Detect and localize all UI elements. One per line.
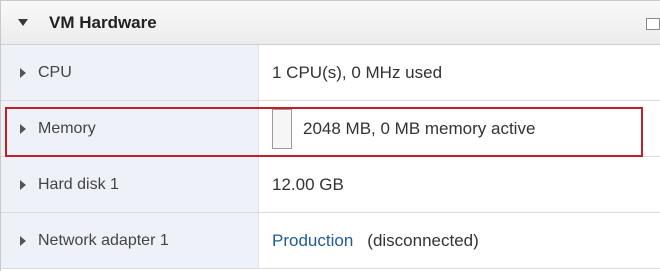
row-name-cell[interactable]: Memory (1, 101, 259, 156)
caret-right-icon[interactable] (20, 235, 26, 246)
caret-down-icon[interactable] (18, 19, 28, 26)
row-value-cell: 2048 MB, 0 MB memory active (259, 101, 660, 156)
hardware-row-network-adapter: Network adapter 1 Production (disconnect… (1, 213, 660, 269)
row-name-cell[interactable]: Hard disk 1 (1, 157, 259, 212)
row-label-memory: Memory (38, 119, 96, 137)
row-label-hard-disk: Hard disk 1 (38, 175, 119, 193)
memory-usage-bar (272, 108, 292, 149)
hardware-row-hard-disk: Hard disk 1 12.00 GB (1, 157, 660, 213)
row-value-cell: Production (disconnected) (259, 213, 660, 268)
row-value-cell: 1 CPU(s), 0 MHz used (259, 45, 660, 100)
caret-right-icon[interactable] (20, 179, 26, 190)
square-icon[interactable] (646, 18, 660, 30)
vm-hardware-header[interactable]: VM Hardware (1, 1, 660, 45)
network-status: (disconnected) (367, 230, 479, 250)
vm-hardware-panel: VM Hardware CPU 1 CPU(s), 0 MHz used Mem… (0, 0, 660, 271)
caret-right-icon[interactable] (20, 67, 26, 78)
caret-right-icon[interactable] (20, 123, 26, 134)
row-value-cpu: 1 CPU(s), 0 MHz used (272, 62, 443, 82)
row-value-memory: 2048 MB, 0 MB memory active (303, 118, 536, 138)
network-link[interactable]: Production (272, 231, 353, 251)
row-value-cell: 12.00 GB (259, 157, 660, 212)
row-value-hard-disk: 12.00 GB (272, 174, 344, 194)
hardware-row-cpu: CPU 1 CPU(s), 0 MHz used (1, 45, 660, 101)
section-title: VM Hardware (49, 12, 157, 32)
row-label-cpu: CPU (38, 63, 72, 81)
row-name-cell[interactable]: CPU (1, 45, 259, 100)
row-label-network-adapter: Network adapter 1 (38, 231, 169, 249)
row-name-cell[interactable]: Network adapter 1 (1, 213, 259, 268)
hardware-row-memory: Memory 2048 MB, 0 MB memory active (1, 101, 660, 157)
